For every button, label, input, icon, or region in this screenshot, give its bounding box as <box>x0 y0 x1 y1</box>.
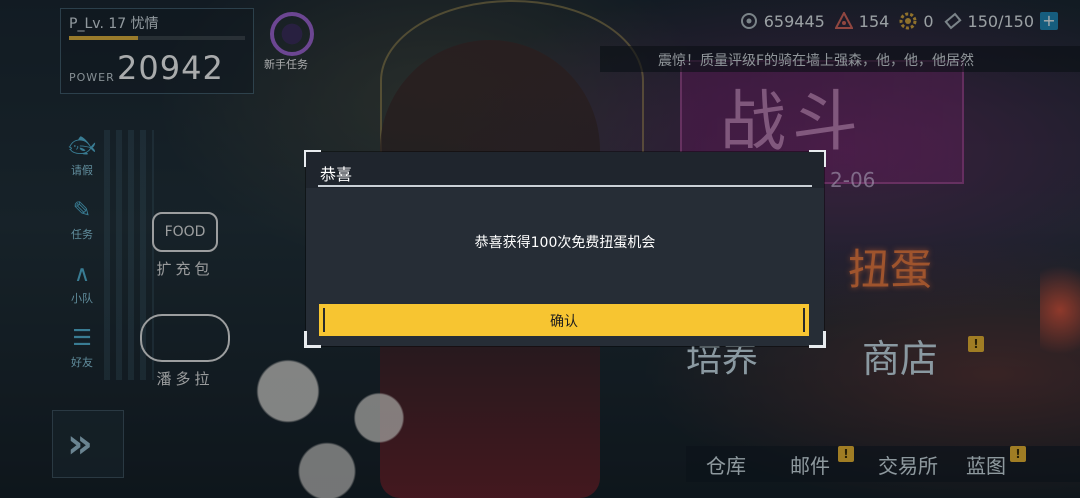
lily-flowers <box>210 320 470 498</box>
crystal-icon <box>834 12 853 29</box>
resource-crystal[interactable]: 154 <box>834 11 890 31</box>
novice-task-icon <box>270 12 314 56</box>
pandora-button[interactable]: 潘多拉 <box>140 314 230 389</box>
task-edit-icon: ✎ <box>72 198 92 223</box>
resource-energy-value: 659445 <box>763 11 825 31</box>
player-name: P_Lv. 17 忧情 <box>69 16 159 32</box>
sidebar-label-tasks: 任务 <box>71 228 93 241</box>
blueprint-button[interactable]: 蓝图 <box>966 450 1006 479</box>
resource-ticket[interactable]: 150/150 + <box>943 11 1058 31</box>
background-fight-sign-text: 战斗 <box>720 83 864 160</box>
resource-gear-coin-value: 0 <box>923 11 934 31</box>
power-label: POWER <box>69 71 115 84</box>
bottom-menu: 仓库 邮件 ! 交易所 蓝图 ! <box>686 446 1080 482</box>
resource-crystal-value: 154 <box>858 11 890 31</box>
resource-gear-coin[interactable]: 0 <box>899 11 934 31</box>
xp-bar-fill <box>69 36 138 40</box>
gacha-button[interactable]: 扭蛋 <box>848 236 932 297</box>
confirm-button-label: 确认 <box>550 313 578 329</box>
blueprint-alert-badge: ! <box>1010 446 1026 462</box>
news-marquee: 震惊！质量评级F的骑在墙上强森，他，他，他居然 <box>600 46 1080 72</box>
squad-icon: ∧ <box>73 262 91 287</box>
mail-button[interactable]: 邮件 <box>790 450 830 479</box>
resource-ticket-value: 150/150 <box>967 11 1034 31</box>
background-date: 2-06 <box>830 168 876 192</box>
supply-pack-button[interactable]: FOOD 扩充包 <box>152 212 218 279</box>
player-info-panel[interactable]: P_Lv. 17 忧情 POWER 20942 <box>60 8 254 94</box>
ticket-icon <box>943 12 962 30</box>
energy-icon <box>740 13 757 29</box>
news-marquee-text: 震惊！质量评级F的骑在墙上强森，他，他，他居然 <box>658 53 975 69</box>
dialog-corner <box>809 331 826 348</box>
dialog-title: 恭喜 <box>320 165 353 184</box>
reward-dialog: 恭喜 恭喜获得100次免费扭蛋机会 确认 <box>304 150 826 348</box>
button-edge-mark <box>803 308 805 332</box>
supply-pack-label: 扩充包 <box>156 260 214 278</box>
neon-lamp <box>1040 250 1080 370</box>
sidebar-label-squad: 小队 <box>71 292 93 305</box>
sidebar-label-friends: 好友 <box>71 356 93 369</box>
resource-energy[interactable]: 659445 <box>740 12 825 31</box>
resource-bar: 659445 154 0 150/150 + <box>740 8 1058 34</box>
sidebar-item-friends[interactable]: ☰ 好友 <box>60 326 104 370</box>
sidebar-item-leave[interactable]: 🐟︎ 请假 <box>60 134 104 178</box>
add-ticket-button[interactable]: + <box>1040 12 1058 30</box>
shop-alert-badge: ! <box>968 336 984 352</box>
double-chevron-right-icon: » <box>67 421 93 467</box>
mail-alert-badge: ! <box>838 446 854 462</box>
shop-button[interactable]: 商店 <box>862 328 938 383</box>
dog-icon <box>140 314 230 362</box>
pandora-label: 潘多拉 <box>156 370 214 388</box>
dialog-message: 恭喜获得100次免费扭蛋机会 <box>474 235 656 251</box>
fish-icon: 🐟︎ <box>68 134 96 159</box>
sidebar-item-squad[interactable]: ∧ 小队 <box>60 262 104 306</box>
dialog-divider <box>318 185 812 187</box>
sidebar-label-leave: 请假 <box>71 164 93 177</box>
xp-bar <box>69 36 245 40</box>
novice-task-button[interactable]: 新手任务 <box>262 10 326 74</box>
exchange-button[interactable]: 交易所 <box>878 450 938 479</box>
sidebar-item-tasks[interactable]: ✎ 任务 <box>60 198 104 242</box>
dialog-header: 恭喜 <box>306 152 824 188</box>
friends-icon: ☰ <box>72 326 92 351</box>
food-bowl-icon: FOOD <box>152 212 218 252</box>
expand-menu-button[interactable]: » <box>52 410 124 478</box>
confirm-button[interactable]: 确认 <box>319 304 809 336</box>
gear-coin-icon <box>899 12 917 30</box>
power-value: 20942 <box>117 49 224 87</box>
warehouse-button[interactable]: 仓库 <box>706 450 746 479</box>
novice-task-label: 新手任务 <box>264 58 308 71</box>
